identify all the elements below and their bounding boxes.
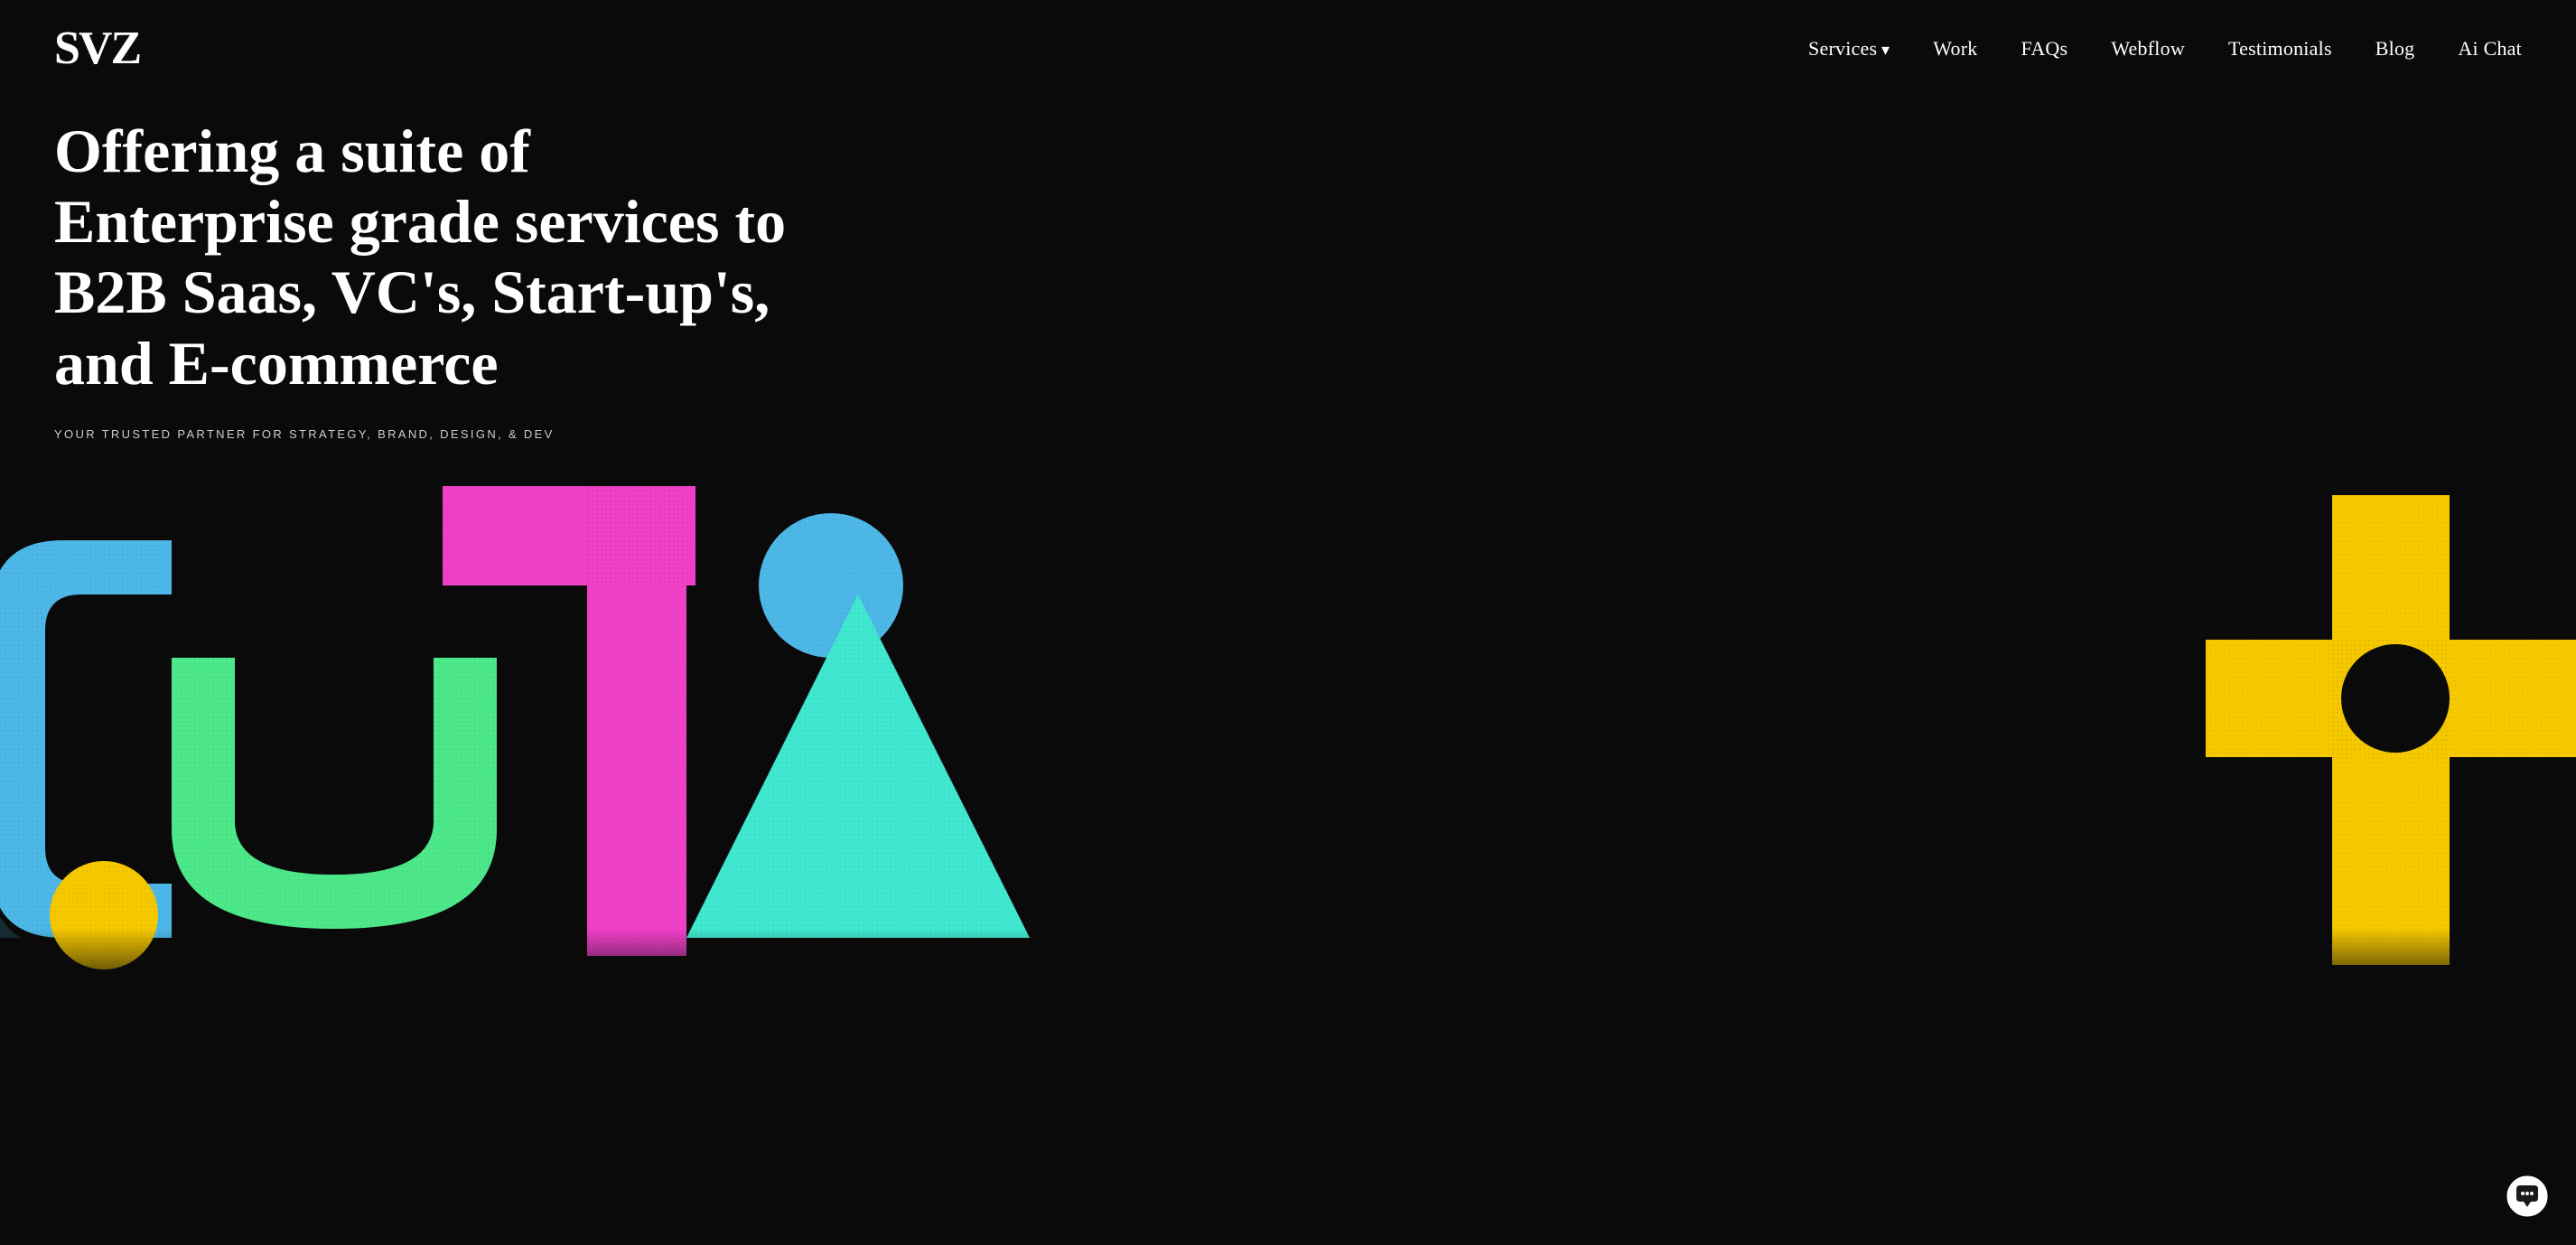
nav-link-testimonials[interactable]: Testimonials [2228, 37, 2332, 60]
nav-item-aichat[interactable]: Ai Chat [2458, 37, 2522, 61]
nav-item-faqs[interactable]: FAQs [2021, 37, 2068, 61]
nav-link-work[interactable]: Work [1933, 37, 1977, 60]
yellow-cross-shape [2206, 495, 2576, 965]
nav-link-faqs[interactable]: FAQs [2021, 37, 2068, 60]
nav-item-work[interactable]: Work [1933, 37, 1977, 61]
nav-links: Services Work FAQs Webflow Testimonials … [1808, 37, 2522, 61]
nav-item-webflow[interactable]: Webflow [2111, 37, 2185, 61]
nav-link-blog[interactable]: Blog [2375, 37, 2415, 60]
nav-item-blog[interactable]: Blog [2375, 37, 2415, 61]
ground-shadow [0, 929, 2576, 1001]
nav-link-services[interactable]: Services [1808, 37, 1890, 60]
shapes-decoration [0, 387, 2576, 1001]
nav-item-services[interactable]: Services [1808, 37, 1890, 61]
chat-bubble-button[interactable] [2506, 1175, 2549, 1218]
logo[interactable]: SVZ [54, 25, 140, 72]
pink-7-shape [443, 486, 695, 956]
hero-subtitle: YOUR TRUSTED PARTNER FOR STRATEGY, BRAND… [54, 427, 2522, 441]
hero-title: Offering a suite of Enterprise grade ser… [54, 116, 795, 398]
navbar: SVZ Services Work FAQs Webflow Testimoni… [0, 0, 2576, 98]
nav-item-testimonials[interactable]: Testimonials [2228, 37, 2332, 61]
nav-link-aichat[interactable]: Ai Chat [2458, 37, 2522, 60]
nav-link-webflow[interactable]: Webflow [2111, 37, 2185, 60]
teal-triangle-shape [686, 594, 1030, 938]
hero-section: Offering a suite of Enterprise grade ser… [0, 98, 2576, 441]
